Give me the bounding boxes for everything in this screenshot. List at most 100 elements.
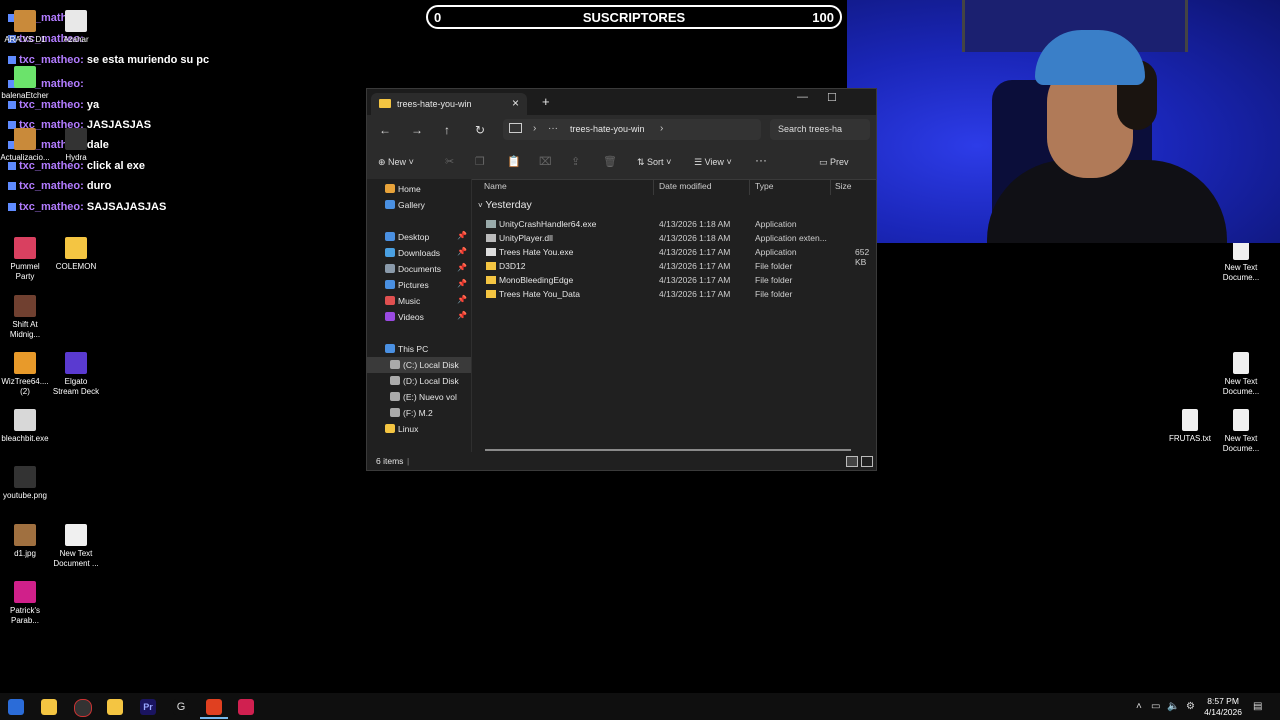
- notification-icon[interactable]: ▤: [1253, 701, 1262, 712]
- pin-icon[interactable]: 📌: [457, 247, 467, 256]
- details-view-button[interactable]: [846, 456, 858, 467]
- desktop-icon[interactable]: New Text Docume...: [1216, 238, 1266, 283]
- chevron-up-icon[interactable]: ˄: [1136, 701, 1142, 712]
- close-tab-icon[interactable]: ×: [512, 96, 519, 110]
- sidebar-item[interactable]: Videos 📌: [367, 309, 471, 325]
- pin-icon[interactable]: 📌: [457, 295, 467, 304]
- desktop-icon[interactable]: Patrick's Parab...: [0, 581, 50, 626]
- sidebar-item[interactable]: Downloads 📌: [367, 245, 471, 261]
- desktop-icon[interactable]: Azahar: [51, 10, 101, 45]
- file-row[interactable]: Trees Hate You.exe 4/13/2026 1:17 AM Appli…: [472, 245, 876, 267]
- pin-icon[interactable]: 📌: [457, 231, 467, 240]
- column-name[interactable]: Name: [484, 181, 507, 191]
- paste-icon[interactable]: 📋: [507, 155, 521, 168]
- delete-icon[interactable]: 🗑: [603, 155, 617, 168]
- sidebar-item[interactable]: Gallery: [367, 197, 471, 213]
- breadcrumb-more[interactable]: ···: [548, 123, 558, 134]
- cut-icon[interactable]: ✂: [445, 155, 454, 168]
- network-icon[interactable]: ▭: [1151, 701, 1160, 712]
- up-button[interactable]: ↑: [444, 123, 450, 137]
- share-icon[interactable]: ⇪: [571, 155, 580, 168]
- desktop-icon[interactable]: Actualizacio...: [0, 128, 50, 163]
- system-clock[interactable]: 8:57 PM 4/14/2026: [1204, 696, 1242, 718]
- sidebar-item[interactable]: (D:) Local Disk: [367, 373, 471, 389]
- rename-icon[interactable]: ⌧: [539, 155, 552, 168]
- e-nuevo-vol-icon: [390, 392, 400, 401]
- desktop-icon[interactable]: ARA VS D1: [0, 10, 50, 45]
- sort-button[interactable]: ⇅ Sort ˅: [637, 157, 671, 168]
- desktop-icon[interactable]: COLEMON: [51, 237, 101, 272]
- file-explorer-icon[interactable]: [41, 699, 57, 715]
- capcut-icon[interactable]: G: [173, 699, 189, 715]
- copy-icon[interactable]: ❐: [475, 155, 485, 168]
- view-button[interactable]: ☰ View ˅: [694, 157, 732, 168]
- column-date[interactable]: Date modified: [659, 181, 711, 191]
- new-button[interactable]: ⊕ New ˅: [378, 157, 414, 168]
- sidebar-item[interactable]: Linux: [367, 421, 471, 437]
- brave-browser-icon[interactable]: [206, 699, 222, 715]
- desktop-icon[interactable]: Hydra: [51, 128, 101, 163]
- column-size[interactable]: Size: [835, 181, 852, 191]
- sidebar-item[interactable]: Pictures 📌: [367, 277, 471, 293]
- search-box[interactable]: Search trees-ha: [770, 119, 870, 140]
- file-row[interactable]: MonoBleedingEdge 4/13/2026 1:17 AM File fo…: [472, 273, 876, 287]
- address-bar[interactable]: › ··· trees-hate-you-win ›: [503, 119, 761, 140]
- desktop-icon[interactable]: New Text Docume...: [1216, 352, 1266, 397]
- desktop-icon[interactable]: bleachbit.exe: [0, 409, 50, 444]
- breadcrumb-current[interactable]: trees-hate-you-win: [570, 124, 645, 134]
- start-button-icon[interactable]: [8, 699, 24, 715]
- desktop-icon[interactable]: youtube.png: [0, 466, 50, 501]
- sidebar-item[interactable]: Home: [367, 181, 471, 197]
- sidebar-item[interactable]: Desktop 📌: [367, 229, 471, 245]
- desktop-icon[interactable]: WizTree64.... (2): [0, 352, 50, 397]
- file-row[interactable]: Trees Hate You_Data 4/13/2026 1:17 AM File…: [472, 287, 876, 301]
- column-divider[interactable]: [749, 179, 750, 195]
- premiere-pro-icon[interactable]: Pr: [140, 699, 156, 715]
- desktop-icon[interactable]: Shift At Midnig...: [0, 295, 50, 340]
- sticky-notes-icon[interactable]: [107, 699, 123, 715]
- file-row[interactable]: UnityPlayer.dll 4/13/2026 1:18 AM Applicat…: [472, 231, 876, 245]
- sidebar-item[interactable]: (C:) Local Disk: [367, 357, 471, 373]
- more-options-button[interactable]: ···: [755, 153, 767, 167]
- desktop-icon[interactable]: New Text Document ...: [51, 524, 101, 569]
- obs-icon[interactable]: [74, 699, 92, 717]
- sidebar-item[interactable]: (E:) Nuevo vol: [367, 389, 471, 405]
- preview-button[interactable]: ▭ Prev: [819, 157, 849, 168]
- settings-icon[interactable]: ⚙: [1186, 701, 1195, 712]
- file-row[interactable]: D3D12 4/13/2026 1:17 AM File folder: [472, 259, 876, 273]
- group-header[interactable]: ˅ Yesterday: [478, 199, 532, 211]
- new-tab-button[interactable]: +: [542, 94, 550, 109]
- forward-button[interactable]: →: [411, 123, 423, 137]
- sidebar-item[interactable]: This PC: [367, 341, 471, 357]
- pin-icon[interactable]: 📌: [457, 279, 467, 288]
- horizontal-scrollbar[interactable]: [485, 449, 851, 451]
- pin-icon[interactable]: 📌: [457, 263, 467, 272]
- minimize-button[interactable]: —: [797, 91, 808, 103]
- tiktok-live-icon[interactable]: [238, 699, 254, 715]
- d-local-disk-icon: [390, 376, 400, 385]
- column-divider[interactable]: [830, 179, 831, 195]
- back-button[interactable]: ←: [379, 123, 391, 137]
- desktop-icon[interactable]: New Text Docume...: [1216, 409, 1266, 454]
- column-divider[interactable]: [653, 179, 654, 195]
- refresh-button[interactable]: ↻: [475, 123, 485, 137]
- explorer-tab[interactable]: trees-hate-you-win ×: [371, 93, 527, 115]
- sidebar-item[interactable]: Documents 📌: [367, 261, 471, 277]
- tiles-view-button[interactable]: [861, 456, 873, 467]
- desktop-icon[interactable]: Elgato Stream Deck: [51, 352, 101, 397]
- file-row[interactable]: UnityCrashHandler64.exe 4/13/2026 1:18 AM…: [472, 217, 876, 231]
- column-type[interactable]: Type: [755, 181, 773, 191]
- pin-icon[interactable]: 📌: [457, 311, 467, 320]
- title-bar[interactable]: trees-hate-you-win × + — ☐: [367, 89, 876, 115]
- file-explorer-window[interactable]: trees-hate-you-win × + — ☐ ← → ↑ ↻ › ···…: [366, 88, 877, 471]
- chevron-right-icon[interactable]: ›: [660, 123, 663, 134]
- sidebar-item[interactable]: Music 📌: [367, 293, 471, 309]
- maximize-button[interactable]: ☐: [827, 91, 837, 104]
- desktop-icon[interactable]: balenaEtcher: [0, 66, 50, 101]
- sidebar-item[interactable]: (F:) M.2: [367, 405, 471, 421]
- sidebar-item-label: Downloads: [398, 248, 441, 258]
- desktop-icon[interactable]: FRUTAS.txt: [1165, 409, 1215, 444]
- volume-icon[interactable]: 🔈: [1167, 701, 1179, 712]
- desktop-icon[interactable]: Pummel Party: [0, 237, 50, 282]
- desktop-icon[interactable]: d1.jpg: [0, 524, 50, 559]
